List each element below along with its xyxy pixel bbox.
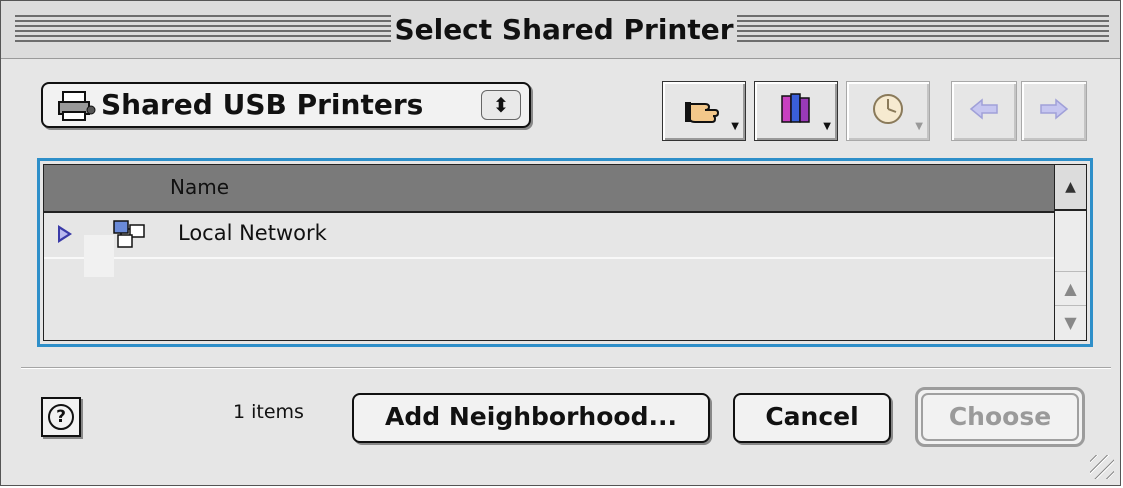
disclosure-triangle-icon[interactable] [58,225,72,243]
selection-ghost [84,235,114,277]
vertical-scrollbar[interactable]: ▲ ▼ [1054,211,1086,340]
recent-menu-triangle: ▼ [915,121,923,132]
footer-divider [21,367,1111,369]
shortcuts-button[interactable]: ▼ [662,81,746,141]
scroll-up-arrow-icon[interactable]: ▲ [1055,271,1086,305]
list-item[interactable]: Local Network [44,211,1054,259]
printer-browser-list[interactable]: Name ▲ Local Network ▲ ▼ [37,158,1093,347]
clock-icon [871,92,905,130]
popup-arrows-icon: ⬍ [481,90,521,120]
back-button[interactable] [951,81,1017,141]
source-popup-menu[interactable]: Shared USB Printers ⬍ [41,82,531,128]
left-arrow-icon [969,97,999,125]
recent-button[interactable]: ▼ [846,81,930,141]
sort-direction-button[interactable]: ▲ [1054,165,1086,211]
title-bar-stripes-left [15,15,391,45]
help-button[interactable]: ? [41,397,81,437]
add-neighborhood-button[interactable]: Add Neighborhood... [352,393,710,443]
network-icon [112,219,146,253]
list-content: Name ▲ Local Network ▲ ▼ [43,164,1087,341]
resize-grip-icon[interactable] [1090,455,1114,479]
favorites-books-icon [779,92,813,130]
select-shared-printer-window: Select Shared Printer Shared USB Printer… [0,0,1121,486]
title-bar-stripes-right [737,15,1109,45]
favorites-button[interactable]: ▼ [754,81,838,141]
scroll-down-arrow-icon[interactable]: ▼ [1055,305,1086,339]
name-column-label: Name [170,175,230,199]
column-header[interactable]: Name [44,165,1054,213]
cancel-button[interactable]: Cancel [733,393,891,443]
shortcuts-menu-triangle: ▼ [731,121,739,132]
choose-button-label: Choose [921,393,1079,441]
pointing-hand-icon [685,94,723,128]
favorites-menu-triangle: ▼ [823,121,831,132]
window-title: Select Shared Printer [394,13,734,46]
item-count: 1 items [233,401,304,423]
help-icon: ? [48,404,74,430]
source-popup-label: Shared USB Printers [101,88,424,121]
forward-button[interactable] [1021,81,1087,141]
right-arrow-icon [1039,97,1069,125]
usb-printer-icon [57,90,97,126]
title-bar[interactable]: Select Shared Printer [1,1,1120,59]
list-item-label: Local Network [178,221,327,245]
choose-button[interactable]: Choose [915,387,1085,447]
